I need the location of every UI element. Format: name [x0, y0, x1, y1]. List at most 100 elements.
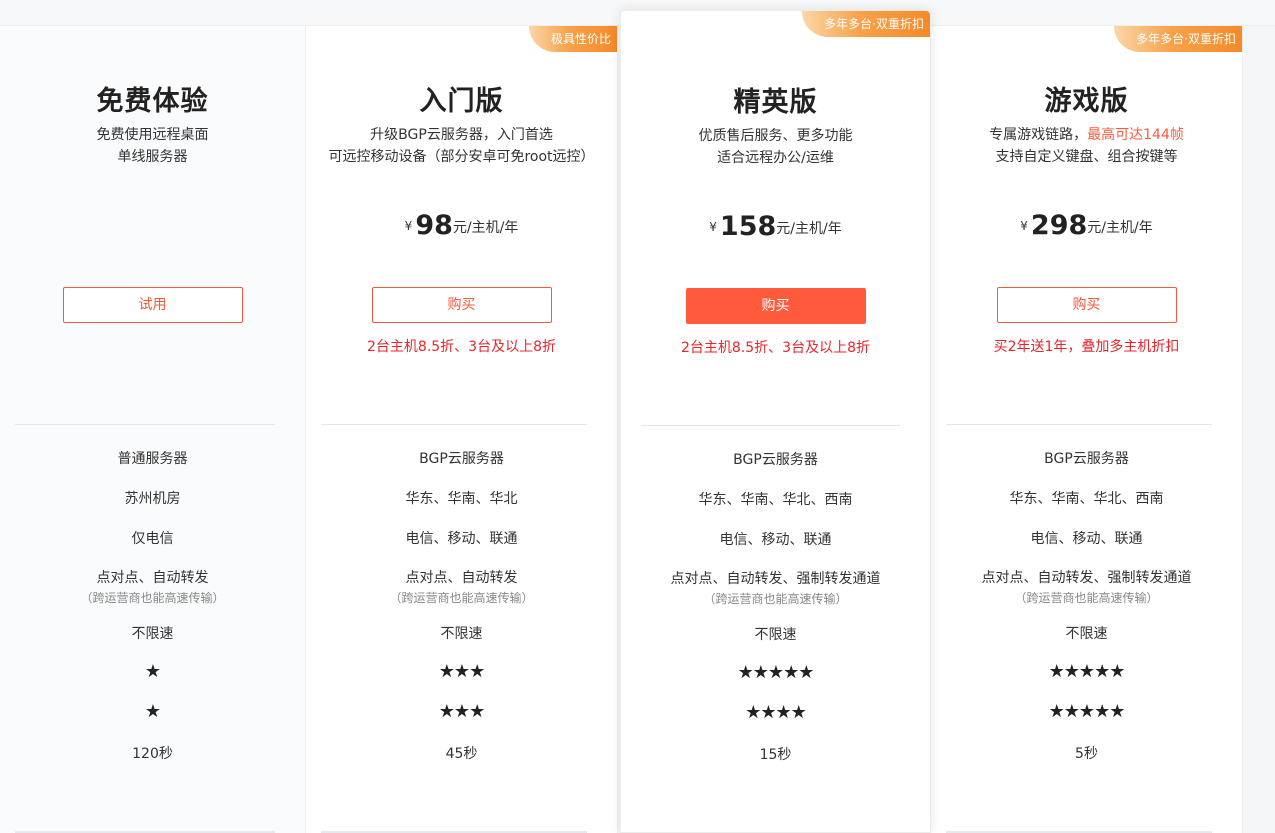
promo-text: 2台主机8.5折、3台及以上8折 [681, 340, 870, 356]
price-value: 98 [415, 210, 453, 241]
plan-desc-line: 适合远程办公/运维 [717, 150, 834, 166]
feature-transfer-note: （跨运营商也能高速传输） [80, 591, 225, 605]
star-icon: ★ [1094, 701, 1110, 722]
buy-button[interactable]: 购买 [685, 288, 866, 324]
feature-rating-b: ★★★★★ [931, 701, 1242, 722]
plan-desc-line: 可远控移动设备（部分安卓可免root远控） [328, 149, 595, 165]
plan-ribbon: 多年多台·双重折扣 [1114, 26, 1242, 52]
feature-region: 华东、华南、华北、西南 [698, 492, 853, 508]
price-value: 158 [719, 211, 777, 242]
try-button[interactable]: 试用 [62, 287, 243, 323]
plan-title: 游戏版 [1044, 86, 1129, 117]
plan-desc-highlight: 最高可达144帧 [1087, 127, 1184, 143]
feature-rating-a: ★★★ [306, 661, 617, 682]
star-icon: ★ [144, 661, 161, 682]
feature-transfer-text: 点对点、自动转发、强制转发通道 [981, 570, 1192, 586]
right-gutter [1243, 26, 1275, 833]
feature-carrier: 电信、移动、联通 [405, 531, 518, 547]
star-icon: ★ [1109, 661, 1125, 682]
plan-card-gaming: 多年多台·双重折扣 游戏版 专属游戏链路，最高可达144帧 支持自定义键盘、组合… [931, 26, 1243, 833]
feature-transfer-text: 点对点、自动转发 [405, 570, 518, 586]
feature-server: BGP云服务器 [733, 452, 818, 468]
star-icon: ★ [798, 662, 814, 683]
plan-price: ¥298元/主机/年 [931, 210, 1242, 241]
feature-rating-a: ★★★★★ [931, 661, 1242, 682]
feature-transfer: 点对点、自动转发、强制转发通道 （跨运营商也能高速传输） [621, 568, 930, 607]
feature-transfer-text: 点对点、自动转发、强制转发通道 [670, 571, 881, 587]
feature-speed: 不限速 [440, 626, 483, 642]
plan-card-starter: 极具性价比 入门版 升级BGP云服务器，入门首选 可远控移动设备（部分安卓可免r… [306, 26, 618, 833]
star-icon: ★ [453, 701, 470, 722]
plan-title: 精英版 [733, 87, 818, 118]
feature-transfer: 点对点、自动转发 （跨运营商也能高速传输） [306, 567, 617, 606]
feature-transfer-note: （跨运营商也能高速传输） [389, 591, 534, 605]
plan-description: 优质售后服务、更多功能 适合远程办公/运维 [621, 125, 930, 169]
plan-description: 专属游戏链路，最高可达144帧 支持自定义键盘、组合按键等 [931, 124, 1242, 168]
feature-rating-a: ★ [0, 661, 305, 682]
buy-button[interactable]: 购买 [996, 287, 1177, 323]
plan-card-free: 免费体验 免费使用远程桌面 单线服务器 试用 普通服务器 苏州机房 仅电信 点对… [0, 26, 306, 833]
plan-desc-line: 免费使用远程桌面 [96, 127, 209, 143]
price-value: 298 [1030, 210, 1088, 241]
divider [641, 425, 900, 426]
star-icon: ★ [438, 661, 455, 682]
star-icon: ★ [469, 661, 485, 682]
plan-title: 免费体验 [96, 86, 209, 117]
feature-speed: 不限速 [754, 627, 797, 643]
star-icon: ★ [752, 662, 769, 683]
feature-time: 5秒 [1075, 746, 1098, 762]
feature-rating-b: ★★★ [306, 701, 617, 722]
divider [15, 424, 275, 425]
star-icon: ★ [438, 701, 455, 722]
feature-time: 120秒 [132, 746, 173, 762]
plan-desc-line: 优质售后服务、更多功能 [698, 128, 853, 144]
feature-time: 45秒 [445, 746, 478, 762]
currency-symbol: ¥ [404, 219, 413, 233]
star-icon: ★ [775, 702, 792, 723]
star-icon: ★ [1063, 701, 1080, 722]
plan-price: ¥98元/主机/年 [306, 210, 617, 241]
star-icon: ★ [1109, 701, 1125, 722]
plan-desc-text: 专属游戏链路， [989, 127, 1088, 143]
star-icon: ★ [790, 702, 807, 723]
feature-transfer-note: （跨运营商也能高速传输） [703, 592, 848, 606]
feature-rating-a: ★★★★★ [621, 662, 930, 683]
feature-carrier: 仅电信 [131, 531, 174, 547]
promo-text: 买2年送1年，叠加多主机折扣 [993, 339, 1180, 355]
star-icon: ★ [767, 662, 784, 683]
currency-symbol: ¥ [709, 220, 717, 234]
buy-button[interactable]: 购买 [371, 287, 552, 323]
star-icon: ★ [469, 701, 485, 722]
star-icon: ★ [453, 661, 470, 682]
feature-transfer: 点对点、自动转发 （跨运营商也能高速传输） [0, 567, 305, 606]
star-icon: ★ [1078, 661, 1095, 682]
feature-carrier: 电信、移动、联通 [719, 532, 832, 548]
star-icon: ★ [1048, 701, 1065, 722]
plan-desc-line: 专属游戏链路，最高可达144帧 [931, 124, 1242, 146]
promo-text: 2台主机8.5折、3台及以上8折 [367, 339, 556, 355]
feature-server: BGP云服务器 [419, 451, 504, 467]
star-icon: ★ [144, 701, 161, 722]
plan-description: 升级BGP云服务器，入门首选 可远控移动设备（部分安卓可免root远控） [306, 124, 617, 168]
feature-transfer-text: 点对点、自动转发 [96, 570, 209, 586]
plan-desc-line: 单线服务器 [117, 149, 188, 165]
plan-desc-line: 升级BGP云服务器，入门首选 [370, 127, 553, 143]
feature-carrier: 电信、移动、联通 [1030, 531, 1143, 547]
plan-description: 免费使用远程桌面 单线服务器 [0, 124, 305, 168]
plan-ribbon: 多年多台·双重折扣 [802, 11, 930, 37]
feature-server: 普通服务器 [117, 451, 188, 467]
star-icon: ★ [760, 702, 776, 723]
feature-transfer-note: （跨运营商也能高速传输） [1014, 591, 1159, 605]
star-icon: ★ [783, 662, 799, 683]
star-icon: ★ [745, 702, 761, 723]
divider [946, 424, 1212, 425]
currency-symbol: ¥ [1020, 219, 1028, 233]
feature-rating-b: ★★★★ [621, 702, 930, 723]
feature-region: 华东、华南、华北 [405, 491, 518, 507]
star-icon: ★ [1048, 661, 1065, 682]
plan-title: 入门版 [419, 86, 504, 117]
feature-region: 苏州机房 [124, 491, 181, 507]
feature-time: 15秒 [759, 747, 792, 763]
divider [321, 424, 587, 425]
plan-card-elite: 多年多台·双重折扣 精英版 优质售后服务、更多功能 适合远程办公/运维 ¥158… [620, 10, 931, 833]
